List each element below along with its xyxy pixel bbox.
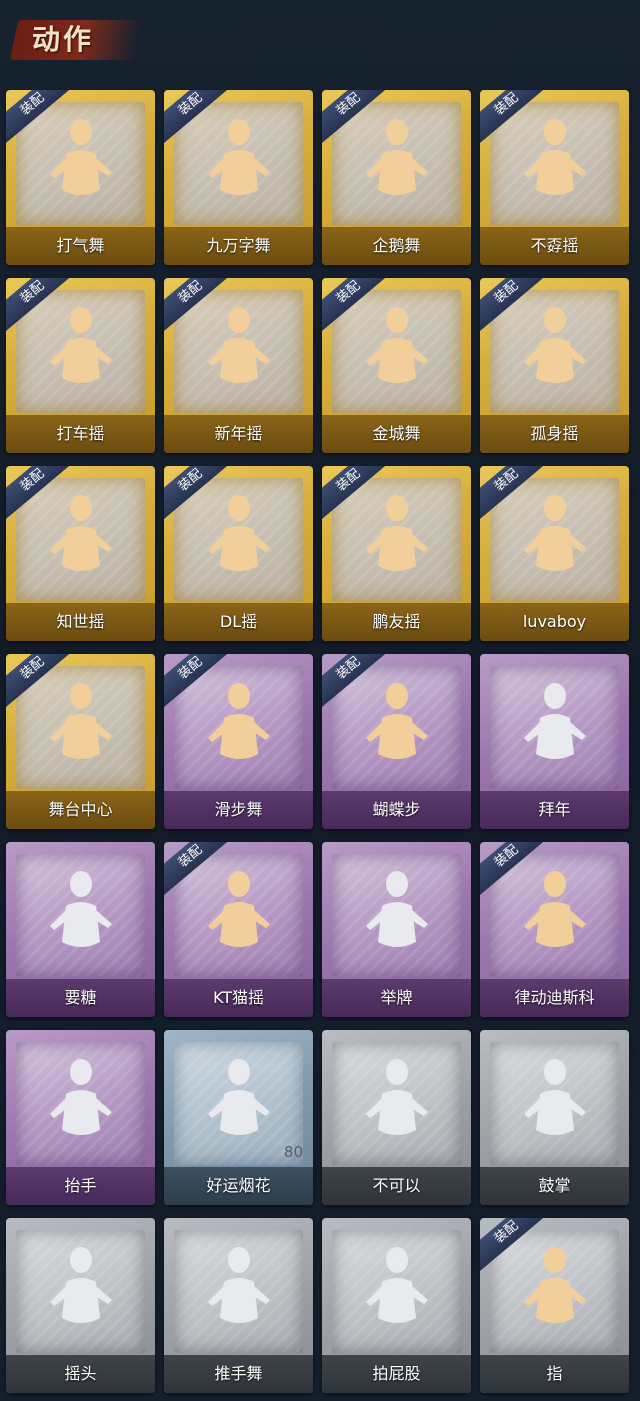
emote-label: 知世摇 bbox=[56, 612, 105, 631]
dance-figure-icon bbox=[49, 307, 112, 383]
dance-figure-icon bbox=[207, 119, 270, 195]
emote-label: 滑步舞 bbox=[214, 800, 263, 819]
emote-label: 指 bbox=[546, 1364, 563, 1383]
emote-card[interactable]: 装配 孤身摇 bbox=[480, 278, 629, 453]
dance-figure-icon bbox=[523, 307, 586, 383]
emote-card[interactable]: 拜年 bbox=[480, 654, 629, 829]
emote-label: 律动迪斯科 bbox=[514, 988, 595, 1007]
section-title: 动作 bbox=[32, 23, 95, 56]
emote-card[interactable]: 装配 舞台中心 bbox=[6, 654, 155, 829]
emote-card[interactable]: 80 好运烟花 bbox=[164, 1030, 313, 1205]
dance-figure-icon bbox=[207, 871, 270, 947]
shake-head-icon bbox=[49, 1247, 112, 1323]
emote-card[interactable]: 装配 打气舞 bbox=[6, 90, 155, 265]
emote-label: 企鹅舞 bbox=[372, 236, 421, 255]
item-count: 80 bbox=[283, 1143, 303, 1161]
clap-hands-icon bbox=[523, 1059, 586, 1135]
dance-figure-icon bbox=[365, 683, 428, 759]
emote-label: 孤身摇 bbox=[530, 424, 579, 443]
emote-card[interactable]: 举牌 bbox=[322, 842, 471, 1017]
emote-label: 摇头 bbox=[64, 1364, 97, 1383]
emote-card[interactable]: 装配 知世摇 bbox=[6, 466, 155, 641]
dance-figure-icon bbox=[49, 683, 112, 759]
emote-card[interactable]: 摇头 bbox=[6, 1218, 155, 1393]
emote-label: 蝴蝶步 bbox=[372, 800, 421, 819]
dance-figure-icon bbox=[207, 683, 270, 759]
emote-card[interactable]: 抬手 bbox=[6, 1030, 155, 1205]
emote-card[interactable]: 推手舞 bbox=[164, 1218, 313, 1393]
emote-label: 鹏友摇 bbox=[372, 612, 421, 631]
dance-figure-icon bbox=[365, 307, 428, 383]
emote-card[interactable]: 装配 KT猫摇 bbox=[164, 842, 313, 1017]
emote-card[interactable]: 装配 金城舞 bbox=[322, 278, 471, 453]
emote-label: 新年摇 bbox=[214, 424, 263, 443]
emote-page: 动作 装配 打气舞 装配 九万字舞 装配 企鹅舞 装配 不孬摇 装配 打车摇 装配 新年摇 装配 金城舞装… bbox=[0, 0, 640, 1401]
emote-card[interactable]: 装配指 bbox=[480, 1218, 629, 1393]
pat-figure-icon bbox=[365, 1247, 428, 1323]
emote-label: 打气舞 bbox=[56, 236, 105, 255]
emote-card[interactable]: 装配 企鹅舞 bbox=[322, 90, 471, 265]
emote-card[interactable]: 装配 蝴蝶步 bbox=[322, 654, 471, 829]
emote-label: 拍屁股 bbox=[372, 1364, 421, 1383]
emote-card[interactable]: 拍屁股 bbox=[322, 1218, 471, 1393]
emote-card[interactable]: 装配 luvaboy bbox=[480, 466, 629, 641]
point-hand-icon bbox=[523, 1247, 586, 1323]
dance-figure-icon bbox=[523, 119, 586, 195]
emote-label: 好运烟花 bbox=[206, 1176, 271, 1195]
section-header: 动作 bbox=[9, 12, 144, 68]
emote-label: 不孬摇 bbox=[530, 236, 579, 255]
emote-label: 推手舞 bbox=[214, 1364, 263, 1383]
emote-card[interactable]: 装配 新年摇 bbox=[164, 278, 313, 453]
disco-figure-icon bbox=[523, 871, 586, 947]
dance-figure-icon bbox=[365, 495, 428, 571]
emote-card[interactable]: 装配 律动迪斯科 bbox=[480, 842, 629, 1017]
emote-card[interactable]: 装配 不孬摇 bbox=[480, 90, 629, 265]
dance-figure-icon bbox=[49, 495, 112, 571]
emote-label: 打车摇 bbox=[56, 424, 105, 443]
bow-figure-icon bbox=[523, 683, 586, 759]
emote-label: 金城舞 bbox=[372, 424, 421, 443]
emote-label: 鼓掌 bbox=[538, 1176, 571, 1195]
emote-card[interactable]: 不可以 bbox=[322, 1030, 471, 1205]
dance-figure-icon bbox=[207, 495, 270, 571]
emote-label: 舞台中心 bbox=[48, 800, 113, 819]
dance-figure-icon bbox=[365, 119, 428, 195]
finger-wag-icon bbox=[365, 1059, 428, 1135]
firework-icon bbox=[207, 1059, 270, 1135]
emote-card[interactable]: 装配 打车摇 bbox=[6, 278, 155, 453]
raise-hand-icon bbox=[49, 1059, 112, 1135]
emote-label: KT猫摇 bbox=[212, 988, 265, 1007]
emote-label: 举牌 bbox=[380, 988, 413, 1007]
dance-figure-icon bbox=[523, 495, 586, 571]
emote-card[interactable]: 鼓掌 bbox=[480, 1030, 629, 1205]
push-hands-icon bbox=[207, 1247, 270, 1323]
sign-figure-icon bbox=[365, 871, 428, 947]
emote-card[interactable]: 装配 九万字舞 bbox=[164, 90, 313, 265]
emote-card[interactable]: 装配 滑步舞 bbox=[164, 654, 313, 829]
emote-label: 不可以 bbox=[372, 1176, 421, 1195]
emote-label: DL摇 bbox=[219, 612, 258, 631]
emote-card[interactable]: 装配 鹏友摇 bbox=[322, 466, 471, 641]
emote-label: 九万字舞 bbox=[206, 236, 271, 255]
dance-figure-icon bbox=[207, 307, 270, 383]
emote-label: 拜年 bbox=[538, 800, 571, 819]
emote-card[interactable]: 装配 DL摇 bbox=[164, 466, 313, 641]
dance-figure-icon bbox=[49, 119, 112, 195]
emote-card[interactable]: 要糖 bbox=[6, 842, 155, 1017]
emote-label: 要糖 bbox=[64, 988, 97, 1007]
emote-label: 抬手 bbox=[64, 1176, 97, 1195]
emote-label: luvaboy bbox=[522, 612, 587, 631]
beg-figure-icon bbox=[49, 871, 112, 947]
